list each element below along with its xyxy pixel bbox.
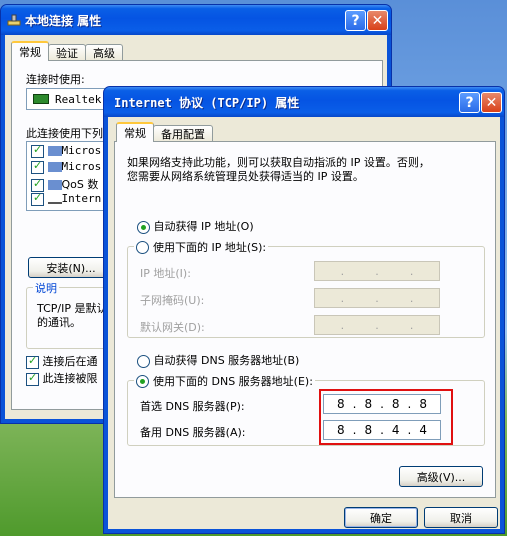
preferred-dns-label: 首选 DNS 服务器(P): [140, 400, 245, 413]
component-icon [47, 180, 62, 190]
notify-option[interactable]: 此连接被限 [26, 370, 98, 386]
front-title-bar[interactable]: Internet 协议 (TCP/IP) 属性 [104, 87, 504, 117]
component-item[interactable]: Intern [31, 191, 102, 206]
manual-dns-option[interactable]: 使用下面的 DNS 服务器地址(E): [134, 373, 315, 389]
intro-line-2: 您需要从网络系统管理员处获得适当的 IP 设置。 [127, 170, 364, 183]
ip-dot: . [409, 318, 414, 332]
back-tab-auth[interactable]: 验证 [48, 44, 86, 61]
back-tab-strip: 常规 验证 高级 [11, 41, 123, 61]
ip-dot: . [409, 264, 414, 278]
description-title: 说明 [33, 280, 59, 296]
component-label: Micros [61, 160, 102, 173]
back-tab-general[interactable]: 常规 [11, 41, 49, 61]
auto-ip-radio[interactable] [137, 220, 150, 234]
show-icon-label: 连接后在通 [42, 355, 98, 368]
auto-dns-option[interactable]: 自动获得 DNS 服务器地址(B) [137, 352, 299, 368]
notify-checkbox[interactable] [26, 371, 39, 386]
components-label: 此连接使用下列 [26, 127, 103, 140]
ip-address-input: ... [314, 261, 440, 281]
ip-dot: . [340, 318, 345, 332]
gateway-label: 默认网关(D): [140, 321, 205, 334]
manual-ip-label: 使用下面的 IP 地址(S): [153, 241, 267, 254]
alternate-dns-label: 备用 DNS 服务器(A): [140, 426, 246, 439]
component-icon [47, 162, 62, 172]
connect-using-label: 连接时使用: [26, 73, 85, 86]
front-help-button[interactable]: ? [459, 92, 480, 113]
ip-dot: . [375, 291, 379, 305]
manual-ip-group: 使用下面的 IP 地址(S): IP 地址(I): ... 子网掩码(U): .… [127, 239, 485, 338]
manual-dns-group: 使用下面的 DNS 服务器地址(E): 首选 DNS 服务器(P): 8. 8.… [127, 373, 485, 446]
ip-dot: . [375, 318, 379, 332]
tab-general[interactable]: 常规 [116, 122, 154, 142]
protocol-icon [47, 194, 62, 204]
network-icon [7, 14, 21, 26]
ok-button[interactable]: 确定 [344, 507, 418, 528]
tcpip-properties-window: Internet 协议 (TCP/IP) 属性 ? ✕ 常规 备用配置 如果网络… [103, 86, 505, 534]
notify-label: 此连接被限 [42, 372, 98, 385]
manual-dns-radio[interactable] [136, 374, 149, 388]
advanced-button[interactable]: 高级(V)... [399, 466, 483, 487]
show-icon-option[interactable]: 连接后在通 [26, 353, 98, 369]
ip-dot: . [340, 291, 345, 305]
back-tab-advanced[interactable]: 高级 [85, 44, 123, 61]
back-window-title: 本地连接 属性 [25, 13, 102, 28]
component-item[interactable]: Micros [31, 143, 102, 158]
adapter-name: Realtek [55, 92, 102, 106]
component-label: QoS 数 [61, 178, 99, 191]
component-checkbox[interactable] [31, 191, 44, 206]
auto-dns-label: 自动获得 DNS 服务器地址(B) [153, 354, 300, 367]
show-icon-checkbox[interactable] [26, 354, 39, 369]
ip-address-label: IP 地址(I): [140, 267, 191, 280]
ip-dot: . [340, 264, 345, 278]
component-label: Intern [61, 192, 102, 205]
dns-highlight-box [319, 389, 453, 445]
install-button[interactable]: 安装(N)... [28, 257, 114, 278]
ip-dot: . [375, 264, 379, 278]
description-line-2: 的通讯。 [37, 316, 81, 329]
component-checkbox[interactable] [31, 143, 44, 158]
component-item[interactable]: Micros [31, 159, 102, 174]
front-window-title: Internet 协议 (TCP/IP) 属性 [114, 95, 300, 110]
gateway-input: ... [314, 315, 440, 335]
back-close-button[interactable]: ✕ [367, 10, 388, 31]
tab-alternate-config[interactable]: 备用配置 [153, 125, 213, 142]
auto-dns-radio[interactable] [137, 354, 150, 368]
subnet-mask-label: 子网掩码(U): [140, 294, 205, 307]
component-icon [47, 146, 62, 156]
network-card-icon [33, 94, 49, 104]
component-label: Micros [61, 144, 102, 157]
manual-dns-label: 使用下面的 DNS 服务器地址(E): [153, 375, 313, 388]
manual-ip-option[interactable]: 使用下面的 IP 地址(S): [134, 239, 269, 255]
general-panel: 如果网络支持此功能，则可以获取自动指派的 IP 设置。否则， 您需要从网络系统管… [114, 141, 496, 498]
front-tab-strip: 常规 备用配置 [116, 122, 213, 142]
manual-ip-radio[interactable] [136, 240, 149, 254]
auto-ip-label: 自动获得 IP 地址(O) [153, 220, 254, 233]
subnet-mask-input: ... [314, 288, 440, 308]
component-checkbox[interactable] [31, 159, 44, 174]
back-title-bar[interactable]: 本地连接 属性 [1, 5, 391, 35]
front-client-area: 常规 备用配置 如果网络支持此功能，则可以获取自动指派的 IP 设置。否则， 您… [108, 117, 500, 529]
front-close-button[interactable]: ✕ [481, 92, 502, 113]
cancel-button[interactable]: 取消 [424, 507, 498, 528]
back-help-button[interactable]: ? [345, 10, 366, 31]
auto-ip-option[interactable]: 自动获得 IP 地址(O) [137, 218, 254, 234]
ip-dot: . [409, 291, 414, 305]
